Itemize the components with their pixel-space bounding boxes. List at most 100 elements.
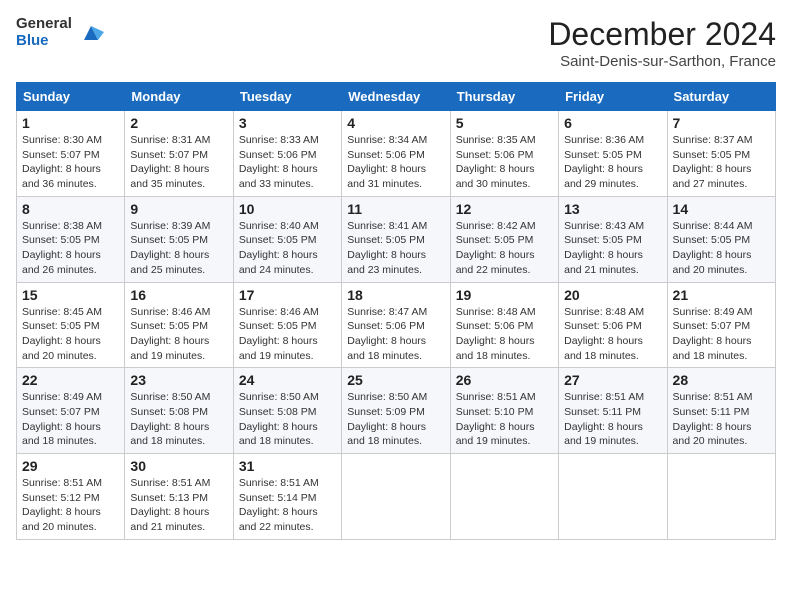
table-row: 12 Sunrise: 8:42 AMSunset: 5:05 PMDaylig… [450, 196, 558, 282]
day-number: 4 [347, 115, 444, 131]
day-number: 27 [564, 372, 661, 388]
day-info: Sunrise: 8:50 AMSunset: 5:08 PMDaylight:… [239, 390, 336, 449]
day-number: 16 [130, 287, 227, 303]
table-row: 6 Sunrise: 8:36 AMSunset: 5:05 PMDayligh… [559, 111, 667, 197]
table-row: 31 Sunrise: 8:51 AMSunset: 5:14 PMDaylig… [233, 454, 341, 540]
table-row: 7 Sunrise: 8:37 AMSunset: 5:05 PMDayligh… [667, 111, 775, 197]
table-row [450, 454, 558, 540]
calendar-week-row: 15 Sunrise: 8:45 AMSunset: 5:05 PMDaylig… [17, 282, 776, 368]
day-number: 30 [130, 458, 227, 474]
day-number: 19 [456, 287, 553, 303]
table-row: 28 Sunrise: 8:51 AMSunset: 5:11 PMDaylig… [667, 368, 775, 454]
day-info: Sunrise: 8:51 AMSunset: 5:10 PMDaylight:… [456, 390, 553, 449]
calendar-week-row: 8 Sunrise: 8:38 AMSunset: 5:05 PMDayligh… [17, 196, 776, 282]
logo-general: General [16, 16, 72, 33]
table-row: 13 Sunrise: 8:43 AMSunset: 5:05 PMDaylig… [559, 196, 667, 282]
table-row: 23 Sunrise: 8:50 AMSunset: 5:08 PMDaylig… [125, 368, 233, 454]
table-row: 4 Sunrise: 8:34 AMSunset: 5:06 PMDayligh… [342, 111, 450, 197]
day-info: Sunrise: 8:47 AMSunset: 5:06 PMDaylight:… [347, 305, 444, 364]
table-row: 11 Sunrise: 8:41 AMSunset: 5:05 PMDaylig… [342, 196, 450, 282]
day-info: Sunrise: 8:51 AMSunset: 5:13 PMDaylight:… [130, 476, 227, 535]
table-row: 27 Sunrise: 8:51 AMSunset: 5:11 PMDaylig… [559, 368, 667, 454]
location: Saint-Denis-sur-Sarthon, France [548, 53, 776, 70]
day-number: 31 [239, 458, 336, 474]
day-number: 13 [564, 201, 661, 217]
table-row: 10 Sunrise: 8:40 AMSunset: 5:05 PMDaylig… [233, 196, 341, 282]
table-row: 15 Sunrise: 8:45 AMSunset: 5:05 PMDaylig… [17, 282, 125, 368]
day-info: Sunrise: 8:33 AMSunset: 5:06 PMDaylight:… [239, 133, 336, 192]
day-info: Sunrise: 8:35 AMSunset: 5:06 PMDaylight:… [456, 133, 553, 192]
day-info: Sunrise: 8:48 AMSunset: 5:06 PMDaylight:… [456, 305, 553, 364]
day-number: 29 [22, 458, 119, 474]
table-row: 16 Sunrise: 8:46 AMSunset: 5:05 PMDaylig… [125, 282, 233, 368]
day-number: 17 [239, 287, 336, 303]
table-row: 8 Sunrise: 8:38 AMSunset: 5:05 PMDayligh… [17, 196, 125, 282]
table-row: 30 Sunrise: 8:51 AMSunset: 5:13 PMDaylig… [125, 454, 233, 540]
day-info: Sunrise: 8:42 AMSunset: 5:05 PMDaylight:… [456, 219, 553, 278]
month-title: December 2024 [548, 16, 776, 53]
table-row: 20 Sunrise: 8:48 AMSunset: 5:06 PMDaylig… [559, 282, 667, 368]
title-block: December 2024 Saint-Denis-sur-Sarthon, F… [548, 16, 776, 70]
day-number: 12 [456, 201, 553, 217]
header-thursday: Thursday [450, 83, 558, 111]
day-number: 25 [347, 372, 444, 388]
day-number: 23 [130, 372, 227, 388]
day-info: Sunrise: 8:34 AMSunset: 5:06 PMDaylight:… [347, 133, 444, 192]
day-info: Sunrise: 8:44 AMSunset: 5:05 PMDaylight:… [673, 219, 770, 278]
day-number: 14 [673, 201, 770, 217]
day-info: Sunrise: 8:51 AMSunset: 5:11 PMDaylight:… [673, 390, 770, 449]
day-info: Sunrise: 8:49 AMSunset: 5:07 PMDaylight:… [22, 390, 119, 449]
day-number: 28 [673, 372, 770, 388]
day-info: Sunrise: 8:39 AMSunset: 5:05 PMDaylight:… [130, 219, 227, 278]
day-number: 2 [130, 115, 227, 131]
table-row [667, 454, 775, 540]
day-info: Sunrise: 8:51 AMSunset: 5:11 PMDaylight:… [564, 390, 661, 449]
table-row: 3 Sunrise: 8:33 AMSunset: 5:06 PMDayligh… [233, 111, 341, 197]
calendar-week-row: 22 Sunrise: 8:49 AMSunset: 5:07 PMDaylig… [17, 368, 776, 454]
day-info: Sunrise: 8:30 AMSunset: 5:07 PMDaylight:… [22, 133, 119, 192]
day-number: 10 [239, 201, 336, 217]
day-info: Sunrise: 8:40 AMSunset: 5:05 PMDaylight:… [239, 219, 336, 278]
day-number: 9 [130, 201, 227, 217]
table-row: 14 Sunrise: 8:44 AMSunset: 5:05 PMDaylig… [667, 196, 775, 282]
day-info: Sunrise: 8:50 AMSunset: 5:08 PMDaylight:… [130, 390, 227, 449]
day-number: 6 [564, 115, 661, 131]
calendar-header-row: Sunday Monday Tuesday Wednesday Thursday… [17, 83, 776, 111]
day-info: Sunrise: 8:51 AMSunset: 5:12 PMDaylight:… [22, 476, 119, 535]
table-row: 17 Sunrise: 8:46 AMSunset: 5:05 PMDaylig… [233, 282, 341, 368]
day-info: Sunrise: 8:37 AMSunset: 5:05 PMDaylight:… [673, 133, 770, 192]
day-number: 7 [673, 115, 770, 131]
table-row [559, 454, 667, 540]
day-info: Sunrise: 8:43 AMSunset: 5:05 PMDaylight:… [564, 219, 661, 278]
day-info: Sunrise: 8:31 AMSunset: 5:07 PMDaylight:… [130, 133, 227, 192]
table-row: 5 Sunrise: 8:35 AMSunset: 5:06 PMDayligh… [450, 111, 558, 197]
day-info: Sunrise: 8:48 AMSunset: 5:06 PMDaylight:… [564, 305, 661, 364]
day-info: Sunrise: 8:46 AMSunset: 5:05 PMDaylight:… [239, 305, 336, 364]
day-info: Sunrise: 8:50 AMSunset: 5:09 PMDaylight:… [347, 390, 444, 449]
day-number: 26 [456, 372, 553, 388]
header-sunday: Sunday [17, 83, 125, 111]
header-monday: Monday [125, 83, 233, 111]
day-number: 11 [347, 201, 444, 217]
table-row: 21 Sunrise: 8:49 AMSunset: 5:07 PMDaylig… [667, 282, 775, 368]
table-row: 29 Sunrise: 8:51 AMSunset: 5:12 PMDaylig… [17, 454, 125, 540]
day-info: Sunrise: 8:46 AMSunset: 5:05 PMDaylight:… [130, 305, 227, 364]
table-row: 18 Sunrise: 8:47 AMSunset: 5:06 PMDaylig… [342, 282, 450, 368]
day-number: 15 [22, 287, 119, 303]
table-row: 1 Sunrise: 8:30 AMSunset: 5:07 PMDayligh… [17, 111, 125, 197]
day-info: Sunrise: 8:38 AMSunset: 5:05 PMDaylight:… [22, 219, 119, 278]
table-row: 22 Sunrise: 8:49 AMSunset: 5:07 PMDaylig… [17, 368, 125, 454]
logo: General Blue [16, 16, 106, 49]
table-row [342, 454, 450, 540]
calendar-week-row: 1 Sunrise: 8:30 AMSunset: 5:07 PMDayligh… [17, 111, 776, 197]
table-row: 26 Sunrise: 8:51 AMSunset: 5:10 PMDaylig… [450, 368, 558, 454]
calendar-table: Sunday Monday Tuesday Wednesday Thursday… [16, 82, 776, 540]
day-info: Sunrise: 8:49 AMSunset: 5:07 PMDaylight:… [673, 305, 770, 364]
logo-blue: Blue [16, 33, 72, 50]
day-info: Sunrise: 8:36 AMSunset: 5:05 PMDaylight:… [564, 133, 661, 192]
table-row: 24 Sunrise: 8:50 AMSunset: 5:08 PMDaylig… [233, 368, 341, 454]
day-info: Sunrise: 8:51 AMSunset: 5:14 PMDaylight:… [239, 476, 336, 535]
day-number: 24 [239, 372, 336, 388]
day-number: 21 [673, 287, 770, 303]
day-info: Sunrise: 8:45 AMSunset: 5:05 PMDaylight:… [22, 305, 119, 364]
